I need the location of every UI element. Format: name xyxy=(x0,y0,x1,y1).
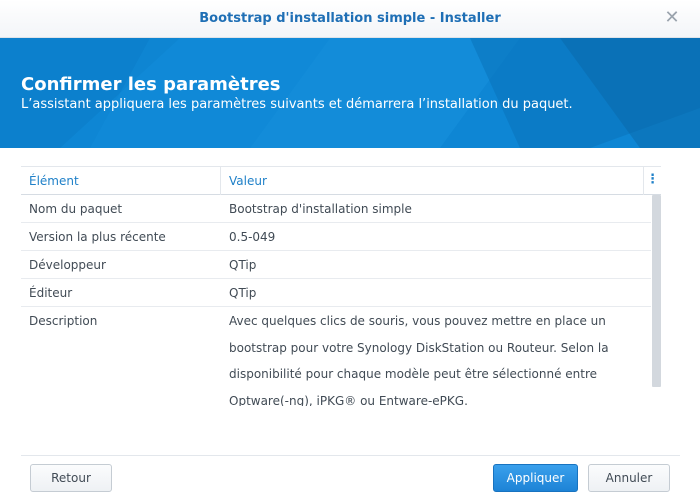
column-header-element[interactable]: Élément xyxy=(29,167,79,195)
table-row: Éditeur QTip xyxy=(21,279,651,307)
header-banner: Confirmer les paramètres L’assistant app… xyxy=(0,38,700,148)
row-value: Bootstrap d'installation simple xyxy=(229,202,412,216)
vertical-ellipsis-icon[interactable]: ⋮ xyxy=(644,167,661,195)
description-line: disponibilité pour chaque modèle peut êt… xyxy=(229,367,598,381)
table-row: Nom du paquet Bootstrap d'installation s… xyxy=(21,195,651,223)
back-button[interactable]: Retour xyxy=(30,464,112,492)
window-titlebar: Bootstrap d'installation simple - Instal… xyxy=(0,0,700,38)
cancel-button[interactable]: Annuler xyxy=(588,464,670,492)
window-title: Bootstrap d'installation simple - Instal… xyxy=(199,11,501,26)
column-divider xyxy=(220,167,221,195)
row-value: 0.5-049 xyxy=(229,230,276,244)
row-key: Éditeur xyxy=(29,286,73,300)
table-row: Version la plus récente 0.5-049 xyxy=(21,223,651,251)
footer-divider xyxy=(21,455,680,456)
row-value: QTip xyxy=(229,258,257,272)
table-scrollbar[interactable] xyxy=(652,195,661,387)
table-row: Développeur QTip xyxy=(21,251,651,279)
description-line: Avec quelques clics de souris, vous pouv… xyxy=(229,314,606,328)
description-line: Optware(-ng), iPKG® ou Entware-ePKG. xyxy=(229,393,468,407)
apply-button[interactable]: Appliquer xyxy=(493,464,578,492)
description-line: bootstrap pour votre Synology DiskStatio… xyxy=(229,340,609,355)
table-header: Élément Valeur ⋮ xyxy=(21,167,661,195)
row-key: Nom du paquet xyxy=(29,202,123,216)
page-subtitle: L’assistant appliquera les paramètres su… xyxy=(21,97,573,112)
row-key: Description xyxy=(29,314,98,328)
row-key: Développeur xyxy=(29,258,106,272)
table-body: Nom du paquet Bootstrap d'installation s… xyxy=(21,195,651,406)
row-value-description: Avec quelques clics de souris, vous pouv… xyxy=(229,308,609,406)
close-icon[interactable]: ✕ xyxy=(662,8,682,28)
row-key: Version la plus récente xyxy=(29,230,166,244)
settings-table: Élément Valeur ⋮ Nom du paquet Bootstrap… xyxy=(21,166,661,406)
column-header-value[interactable]: Valeur xyxy=(229,167,267,195)
table-row: Description Avec quelques clics de souri… xyxy=(21,307,651,406)
row-value: QTip xyxy=(229,286,257,300)
page-title: Confirmer les paramètres xyxy=(21,74,281,95)
